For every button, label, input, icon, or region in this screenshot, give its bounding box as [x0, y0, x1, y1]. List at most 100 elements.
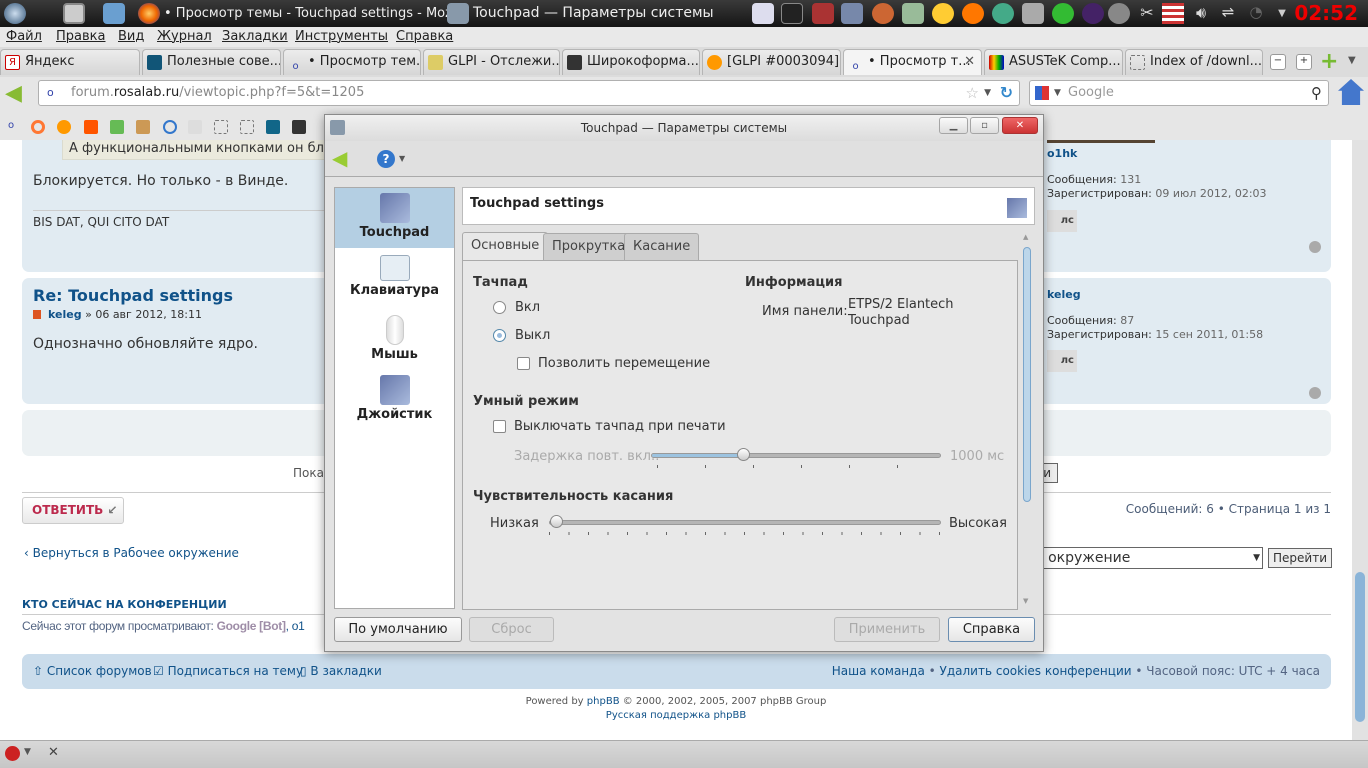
scroll-down-icon[interactable]: ▼: [1023, 597, 1028, 605]
close-addon-bar-icon[interactable]: ✕: [48, 745, 59, 760]
sidebar-item-joystick[interactable]: Джойстик: [335, 370, 454, 430]
phpbb-link[interactable]: phpBB: [587, 696, 620, 707]
back-to-top-icon[interactable]: [1309, 387, 1321, 399]
bookmark-penguin-icon[interactable]: [188, 120, 202, 134]
jump-go-button[interactable]: Перейти: [1268, 548, 1332, 568]
back-to-top-icon[interactable]: [1309, 241, 1321, 253]
bookmark-star-icon[interactable]: ☆: [966, 81, 979, 105]
author-link[interactable]: keleg: [48, 308, 82, 321]
reload-icon[interactable]: ↻: [1000, 81, 1013, 105]
tab-scrolling[interactable]: Прокрутка: [543, 233, 635, 260]
media-icon[interactable]: [1022, 3, 1044, 24]
tab-lf[interactable]: Полезные сове...: [142, 49, 281, 75]
author-link[interactable]: o1hk: [1047, 147, 1077, 160]
tab-scroll-right-button[interactable]: +: [1296, 54, 1312, 70]
sidebar-item-touchpad[interactable]: Touchpad: [335, 188, 454, 248]
bookmark-mail-icon[interactable]: [57, 120, 71, 134]
jump-select[interactable]: е окружение ▼: [1030, 547, 1263, 569]
tray-app-icon[interactable]: [752, 3, 774, 24]
bookmark-green-icon[interactable]: [110, 120, 124, 134]
post-icon[interactable]: [33, 310, 41, 319]
network-icon[interactable]: [1052, 3, 1074, 24]
menu-edit[interactable]: Правка: [56, 29, 105, 44]
dialog-titlebar[interactable]: Touchpad — Параметры системы ▁ ▫ ✕: [325, 115, 1043, 141]
help-button[interactable]: Справка: [948, 617, 1035, 642]
tab-index[interactable]: Index of /downl...: [1125, 49, 1263, 75]
bookmark-page-icon[interactable]: [240, 120, 254, 134]
show-desktop-icon[interactable]: [63, 3, 85, 24]
scroll-up-icon[interactable]: ▲: [1023, 233, 1028, 241]
menu-view[interactable]: Вид: [118, 29, 144, 44]
radio-on[interactable]: [493, 301, 506, 314]
menu-file[interactable]: Файл: [6, 29, 42, 44]
scrollbar-thumb[interactable]: [1355, 572, 1365, 722]
bookmark-page-icon[interactable]: [214, 120, 228, 134]
tray-clock-icon[interactable]: [1082, 3, 1104, 24]
tab-asus[interactable]: ASUSTeK Comp...: [984, 49, 1123, 75]
mail-agent-icon[interactable]: [962, 3, 984, 24]
user-link[interactable]: Google [Bot]: [217, 619, 286, 633]
bookmark-rosa-icon[interactable]: o: [8, 120, 22, 134]
adblock-dropdown-icon[interactable]: ▼: [24, 747, 31, 757]
disable-typing-label[interactable]: Выключать тачпад при печати: [514, 419, 726, 434]
scrollbar-thumb[interactable]: [1023, 247, 1031, 502]
minimize-button[interactable]: ▁: [939, 117, 968, 134]
back-link[interactable]: ‹ Вернуться в Рабочее окружение: [24, 546, 239, 560]
close-tab-icon[interactable]: ✕: [964, 50, 975, 74]
reply-button[interactable]: ОТВЕТИТЬ ↙: [22, 497, 124, 524]
menu-history[interactable]: Журнал: [157, 29, 212, 44]
delay-slider[interactable]: [651, 448, 941, 461]
defaults-button[interactable]: По умолчанию: [334, 617, 462, 642]
sync-icon[interactable]: [1108, 3, 1130, 24]
tab-widescreen[interactable]: Широкоформа...: [562, 49, 700, 75]
tab-basic[interactable]: Основные: [462, 232, 549, 260]
tab-glpi-ticket[interactable]: [GLPI #0003094]...: [702, 49, 841, 75]
menu-help[interactable]: Справка: [396, 29, 453, 44]
subscribe-link[interactable]: ☑ Подписаться на тему: [153, 664, 303, 678]
bookmark-help-icon[interactable]: [136, 120, 150, 134]
bookmark-opera-icon[interactable]: [163, 120, 177, 134]
help-icon[interactable]: ?: [377, 150, 395, 168]
globe-icon[interactable]: [992, 3, 1014, 24]
search-icon[interactable]: ⚲: [1311, 81, 1322, 105]
sensitivity-slider[interactable]: [549, 515, 941, 528]
reset-button[interactable]: Сброс: [469, 617, 554, 642]
usb-icon[interactable]: ⇌: [1217, 3, 1239, 24]
tab-scroll-left-button[interactable]: −: [1270, 54, 1286, 70]
bookmark-upload-icon[interactable]: [266, 120, 280, 134]
bookmark-w-icon[interactable]: [292, 120, 306, 134]
menu-tools[interactable]: Инструменты: [295, 29, 388, 44]
volume-icon[interactable]: 🔊︎: [1190, 3, 1212, 24]
google-icon[interactable]: [1035, 86, 1049, 100]
tab-tapping[interactable]: Касание: [624, 233, 700, 260]
post-title[interactable]: Re: Touchpad settings: [33, 286, 233, 305]
pm-button[interactable]: лс: [1047, 350, 1077, 372]
tab-glpi[interactable]: GLPI - Отслежи...: [423, 49, 560, 75]
scissors-icon[interactable]: ✂: [1136, 3, 1158, 24]
page-scrollbar[interactable]: [1352, 140, 1368, 740]
tray-settings-icon[interactable]: [841, 3, 863, 24]
sidebar-item-mouse[interactable]: Мышь: [335, 310, 454, 370]
russian-support-link[interactable]: Русская поддержка phpBB: [0, 710, 1352, 721]
help-dropdown-icon[interactable]: ▼: [399, 154, 405, 163]
radio-on-label[interactable]: Вкл: [515, 300, 540, 315]
back-arrow-icon[interactable]: ◀: [332, 146, 347, 170]
sensitivity-slider-handle[interactable]: [550, 515, 563, 528]
panel-scrollbar[interactable]: ▲ ▼: [1021, 233, 1033, 610]
new-tab-button[interactable]: +: [1320, 49, 1338, 74]
chat-icon[interactable]: [932, 3, 954, 24]
home-button[interactable]: [1338, 79, 1364, 105]
apply-button[interactable]: Применить: [834, 617, 940, 642]
app-menu-icon[interactable]: [4, 3, 26, 24]
keyboard-layout-us-icon[interactable]: [1162, 3, 1184, 24]
back-button[interactable]: ◀: [5, 81, 22, 106]
firefox-icon[interactable]: [138, 3, 160, 24]
bookmark-ring-icon[interactable]: [31, 120, 45, 134]
tray-search-icon[interactable]: [872, 3, 894, 24]
search-engine-dropdown-icon[interactable]: ▼: [1054, 81, 1061, 105]
disable-typing-checkbox[interactable]: [493, 420, 506, 433]
tray-book-icon[interactable]: [812, 3, 834, 24]
tab-forum-active[interactable]: o • Просмотр т... ✕: [843, 49, 982, 75]
user-link[interactable]: , o1: [286, 619, 305, 633]
search-bar[interactable]: ▼ Google ⚲: [1029, 80, 1329, 106]
